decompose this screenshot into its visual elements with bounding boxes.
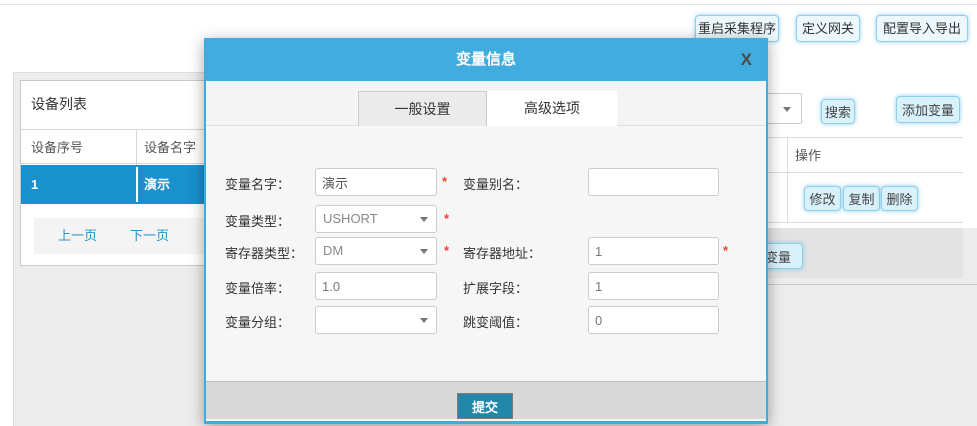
define-gateway-button[interactable]: 定义网关: [796, 15, 860, 42]
operations-column-header: 操作: [795, 145, 821, 164]
variable-ratio-label: 变量倍率：: [225, 278, 290, 297]
device-list-title: 设备列表: [31, 81, 87, 128]
device-seq-cell: 1: [31, 165, 38, 204]
extension-field-label: 扩展字段：: [463, 278, 528, 297]
modify-button[interactable]: 修改: [804, 186, 841, 211]
modal-header: 变量信息 X: [206, 38, 766, 81]
required-asterisk: *: [723, 243, 728, 258]
chevron-down-icon: [783, 107, 791, 112]
config-import-export-button[interactable]: 配置导入导出: [876, 15, 968, 42]
variable-name-input[interactable]: [315, 168, 437, 196]
extension-field-input[interactable]: [588, 272, 719, 300]
register-type-select[interactable]: DM: [315, 237, 437, 265]
delete-button[interactable]: 删除: [881, 186, 918, 211]
device-name-column-header: 设备名字: [144, 130, 196, 165]
chevron-down-icon: [420, 318, 428, 323]
required-asterisk: *: [444, 243, 449, 258]
jump-threshold-label: 跳变阈值：: [463, 312, 528, 331]
required-asterisk: *: [442, 174, 447, 189]
screen: 重启采集程序 定义网关 配置导入导出 设备列表 设备序号 设备名字 1 演示 上…: [0, 0, 977, 426]
copy-button[interactable]: 复制: [843, 186, 880, 211]
search-button[interactable]: 搜索: [821, 99, 855, 124]
variable-ratio-input[interactable]: [315, 272, 437, 300]
device-name-cell: 演示: [144, 165, 170, 204]
submit-button[interactable]: 提交: [457, 393, 513, 419]
variable-type-select[interactable]: USHORT: [315, 205, 437, 233]
chevron-down-icon: [420, 249, 428, 254]
modal-title: 变量信息: [206, 38, 766, 81]
device-seq-column-header: 设备序号: [31, 130, 83, 165]
variable-name-label: 变量名字：: [225, 174, 290, 193]
close-icon[interactable]: X: [741, 38, 752, 81]
variable-alias-input[interactable]: [588, 168, 719, 196]
register-type-label: 寄存器类型：: [225, 243, 303, 262]
chevron-down-icon: [420, 217, 428, 222]
prev-page-link[interactable]: 上一页: [58, 218, 97, 254]
column-divider: [136, 167, 138, 202]
register-type-value: DM: [323, 238, 343, 264]
modal-tabstrip: 一般设置 高级选项: [206, 81, 766, 126]
register-address-input[interactable]: [588, 237, 719, 265]
variable-type-label: 变量类型：: [225, 211, 290, 230]
next-page-link[interactable]: 下一页: [130, 218, 169, 254]
tab-general-settings[interactable]: 一般设置: [358, 91, 487, 126]
variable-alias-label: 变量别名：: [463, 174, 528, 193]
top-divider: [0, 4, 977, 5]
variable-type-value: USHORT: [323, 206, 378, 232]
register-address-label: 寄存器地址：: [463, 243, 541, 262]
column-divider: [136, 130, 137, 165]
tab-advanced-options[interactable]: 高级选项: [487, 91, 617, 126]
variable-group-label: 变量分组：: [225, 312, 290, 331]
required-asterisk: *: [444, 211, 449, 226]
table-line: [787, 137, 788, 222]
add-variable-button[interactable]: 添加变量: [896, 96, 960, 123]
variable-group-select[interactable]: [315, 306, 437, 334]
jump-threshold-input[interactable]: [588, 306, 719, 334]
variable-info-modal: 变量信息 X 一般设置 高级选项 变量名字： * 变量别名： 变量类型： USH…: [204, 38, 768, 424]
